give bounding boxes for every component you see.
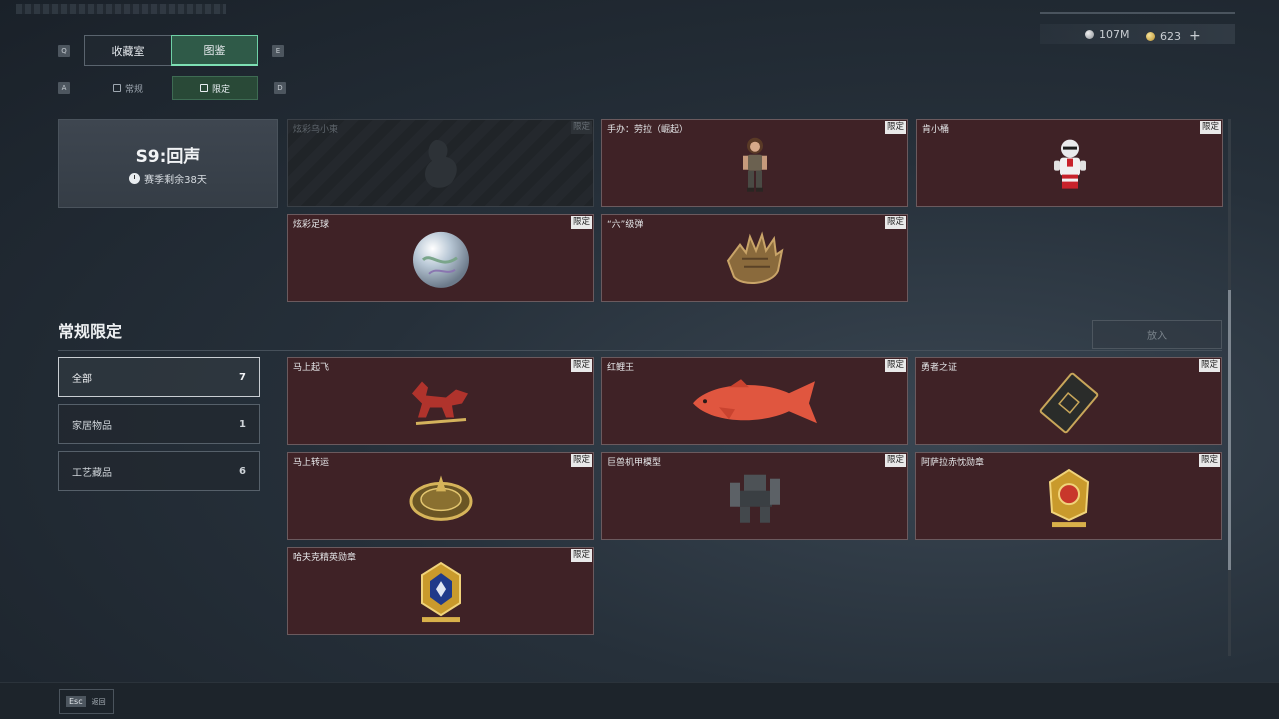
locked-silhouette-icon (416, 135, 466, 199)
limited-tag: 限定 (884, 359, 906, 372)
key-hint-d: D (274, 82, 286, 94)
put-in-label: 放入 (1147, 331, 1167, 342)
mech-model-icon (724, 469, 786, 531)
tab-collection-room[interactable]: 收藏室 (84, 35, 172, 66)
card-name: 阿萨拉赤忱勋章 (921, 458, 985, 468)
iridescent-football-icon (411, 230, 471, 294)
limited-tag: 限定 (1198, 454, 1220, 467)
season-title: S9:回声 (135, 146, 201, 167)
limited-tag: 限定 (570, 549, 592, 562)
filter-count: 7 (239, 371, 246, 383)
key-hint-e: E (272, 45, 284, 57)
card-name: 炫彩足球 (293, 220, 330, 230)
scrollbar-thumb[interactable] (1228, 290, 1231, 570)
limited-tag: 限定 (884, 121, 906, 134)
filter-count: 1 (239, 418, 246, 430)
limited-tag: 限定 (884, 454, 906, 467)
back-button[interactable]: Esc 返回 (59, 689, 114, 714)
card-name: “六”级弹 (607, 220, 644, 230)
tab-label: 图鉴 (203, 44, 226, 57)
asala-medal-icon (1044, 466, 1094, 534)
header-divider (1040, 12, 1235, 14)
season-remaining: 赛季剩余38天 (129, 171, 207, 186)
subtab-label: 限定 (211, 84, 230, 95)
lara-figure-icon (738, 136, 772, 198)
card-name: 巨兽机甲模型 (607, 458, 662, 468)
limited-tag: 限定 (570, 359, 592, 372)
collectible-card[interactable]: 马上转运 限定 (287, 452, 594, 540)
colonel-bucket-figure-icon (1052, 137, 1088, 197)
collectible-card[interactable]: 手办：劳拉（崛起） 限定 (601, 119, 908, 207)
card-name: 马上起飞 (293, 363, 330, 373)
section-title: 常规限定 (58, 322, 123, 341)
filter-craft-collectibles[interactable]: 工艺藏品 6 (58, 451, 260, 491)
silver-amount: 107M (1099, 28, 1130, 41)
filter-label: 工艺藏品 (72, 467, 112, 479)
filter-label: 全部 (72, 373, 92, 385)
esc-key-hint: Esc (66, 696, 86, 707)
card-name: 炫彩乌小東 (293, 125, 339, 135)
collectible-card[interactable]: 勇者之证 限定 (915, 357, 1222, 445)
add-currency-button[interactable]: + (1189, 28, 1201, 44)
collectible-card[interactable]: 炫彩乌小東 限定 (287, 119, 594, 207)
account-info-blurred (16, 4, 226, 14)
collectible-card[interactable]: 马上起飞 限定 (287, 357, 594, 445)
collectible-card[interactable]: 炫彩足球 限定 (287, 214, 594, 302)
section-divider (58, 350, 1222, 351)
key-hint-q: Q (58, 45, 70, 57)
filter-home-items[interactable]: 家居物品 1 (58, 404, 260, 444)
subtab-label: 常规 (124, 84, 143, 95)
limited-tag: 限定 (1198, 359, 1220, 372)
key-hint-a: A (58, 82, 70, 94)
season-panel: S9:回声 赛季剩余38天 (58, 119, 278, 208)
regular-icon (112, 84, 121, 92)
card-name: 勇者之证 (921, 363, 958, 373)
back-label: 返回 (91, 697, 106, 706)
subtab-limited[interactable]: 限定 (172, 76, 258, 100)
card-name: 肯小桶 (922, 125, 950, 135)
collectible-card[interactable]: 红鲤王 限定 (601, 357, 908, 445)
card-name: 红鲤王 (607, 363, 635, 373)
filter-count: 6 (239, 465, 246, 477)
collectible-card[interactable]: 阿萨拉赤忱勋章 限定 (915, 452, 1222, 540)
hero-proof-card-icon (1038, 372, 1100, 438)
put-in-button[interactable]: 放入 (1092, 320, 1222, 349)
filter-label: 家居物品 (72, 420, 112, 432)
limited-icon (199, 84, 208, 92)
season-remaining-text: 赛季剩余38天 (144, 174, 207, 186)
card-name: 马上转运 (293, 458, 330, 468)
silver-coin-icon (1085, 30, 1094, 39)
bullet-hand-icon (720, 231, 790, 293)
limited-tag: 限定 (570, 454, 592, 467)
collectible-card[interactable]: 巨兽机甲模型 限定 (601, 452, 908, 540)
card-name: 手办：劳拉（崛起） (607, 125, 689, 135)
red-carp-icon (689, 377, 821, 431)
collectible-card[interactable]: 肯小桶 限定 (916, 119, 1223, 207)
silver-currency: 107M (1085, 28, 1130, 41)
limited-tag: 限定 (884, 216, 906, 229)
gold-amount: 623 (1160, 29, 1181, 43)
tab-atlas[interactable]: 图鉴 (171, 35, 258, 66)
gold-coin-icon (1146, 31, 1155, 41)
collectible-card[interactable]: “六”级弹 限定 (601, 214, 908, 302)
card-name: 哈夫克精英勋章 (293, 553, 357, 563)
subtab-regular[interactable]: 常规 (84, 76, 172, 100)
bottom-bar (0, 682, 1279, 719)
haavk-elite-medal-icon (416, 561, 466, 629)
fortune-spinner-icon (408, 471, 474, 527)
collectible-card[interactable]: 哈夫克精英勋章 限定 (287, 547, 594, 635)
currency-bar (1040, 24, 1235, 44)
limited-tag: 限定 (570, 216, 592, 229)
limited-tag: 限定 (1199, 121, 1221, 134)
gold-currency: 623 + (1146, 28, 1201, 44)
flying-horse-icon (406, 375, 476, 433)
clock-icon (129, 172, 141, 184)
limited-tag: 限定 (570, 121, 592, 134)
tab-label: 收藏室 (111, 44, 145, 58)
filter-all[interactable]: 全部 7 (58, 357, 260, 397)
